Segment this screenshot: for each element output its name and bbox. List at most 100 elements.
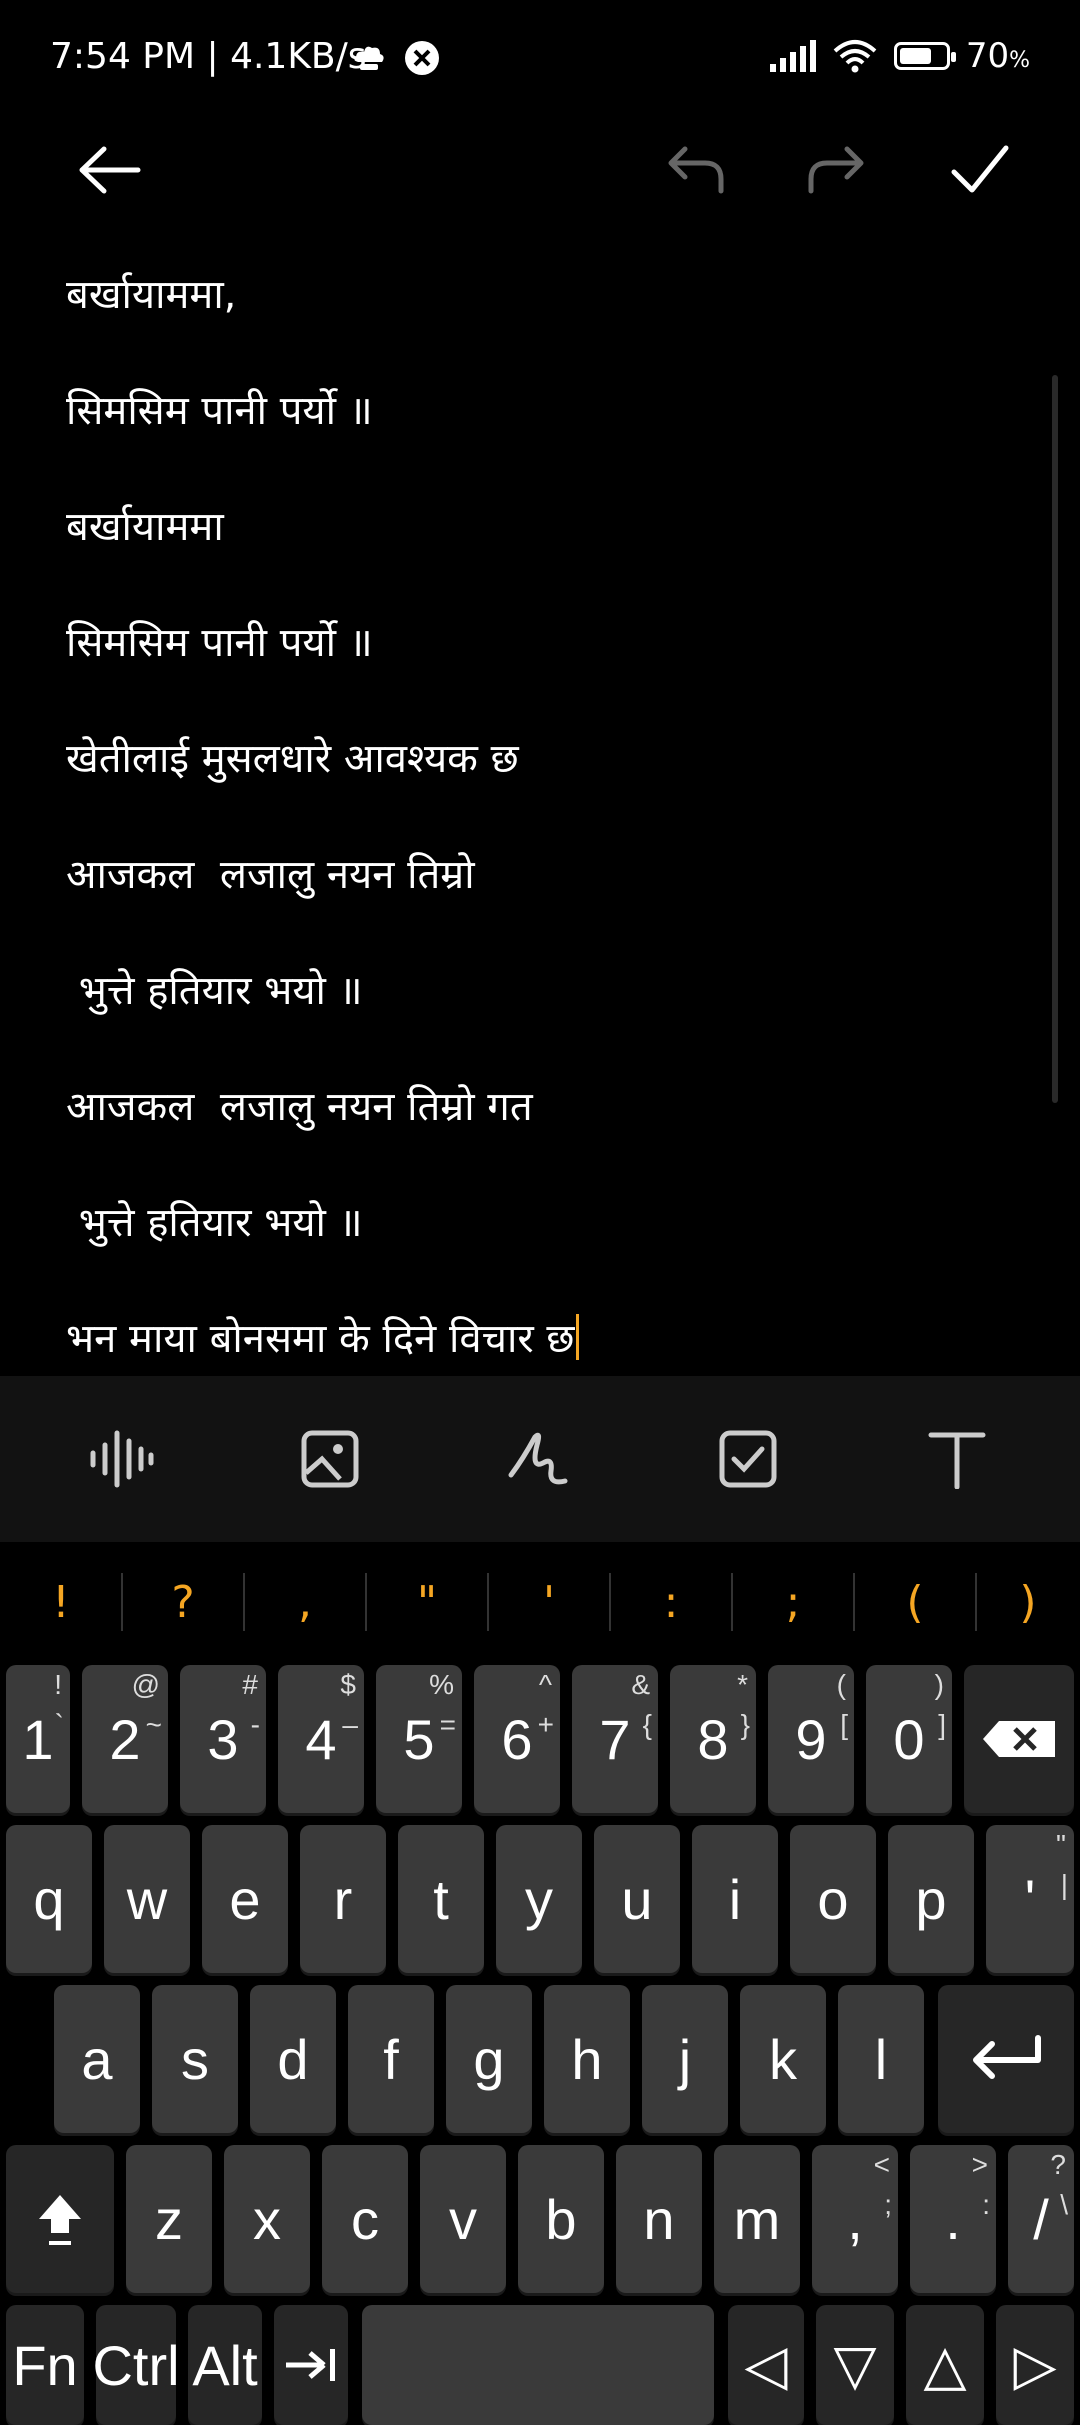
key-2[interactable]: 2 @ ~ [82,1665,168,1813]
key-0[interactable]: 0)] [866,1665,952,1813]
arrow-left-key[interactable]: ◁ [728,2305,804,2425]
key-c[interactable]: c [322,2145,408,2293]
note-line: खेतीलाई मुसलधारे आवश्यक छ [66,736,519,782]
key-comma[interactable]: , <; [812,2145,898,2293]
key-b[interactable]: b [518,2145,604,2293]
ctrl-key[interactable]: Ctrl [92,2305,180,2425]
key-8[interactable]: 8 *} [670,1665,756,1813]
audio-button[interactable] [76,1414,166,1504]
signal-icon [769,40,816,72]
status-time: 7:54 PM | 4.1KB/s [50,36,367,77]
note-body[interactable]: बर्खायाममा, सिमसिम पानी पर्यो ॥ बर्खायाम… [66,270,1026,1430]
key-a[interactable]: a [54,1985,140,2133]
key-e[interactable]: e [202,1825,288,1973]
format-bar [0,1376,1080,1542]
text-format-icon [928,1432,986,1489]
arrow-up-key[interactable]: △ [906,2305,984,2425]
audio-icon [90,1430,154,1488]
tab-key[interactable] [274,2305,348,2425]
key-w[interactable]: w [104,1825,190,1973]
note-line: बर्खायाममा, [66,272,237,318]
fn-key[interactable]: Fn [6,2305,84,2425]
space-key[interactable] [362,2305,714,2425]
editor-toolbar [0,120,1080,220]
key-j[interactable]: j [642,1985,728,2133]
symbol-key[interactable]: " [366,1543,488,1661]
handwriting-icon [508,1432,568,1485]
enter-key[interactable] [938,1985,1074,2133]
backspace-key[interactable] [964,1665,1074,1813]
undo-icon [668,146,724,194]
key-d[interactable]: d [250,1985,336,2133]
key-z[interactable]: z [126,2145,212,2293]
checklist-button[interactable] [703,1414,793,1504]
key-apostrophe[interactable]: ' " | [986,1825,1074,1973]
chef-hat-icon [354,46,384,70]
symbol-key[interactable]: ? [122,1543,244,1661]
note-line: बर्खायाममा [66,504,224,550]
key-3[interactable]: 3 # - [180,1665,266,1813]
key-f[interactable]: f [348,1985,434,2133]
key-p[interactable]: p [888,1825,974,1973]
shift-key[interactable] [6,2145,114,2293]
handwriting-button[interactable] [494,1414,584,1504]
redo-button[interactable] [797,130,877,210]
key-k[interactable]: k [740,1985,826,2133]
text-format-button[interactable] [912,1414,1002,1504]
battery-icon [893,42,956,70]
key-l[interactable]: l [838,1985,924,2133]
back-button[interactable] [70,130,150,210]
note-line: आजकल लजालु नयन तिम्रो गत [66,1084,533,1130]
status-notification-icons [350,40,440,76]
key-r[interactable]: r [300,1825,386,1973]
checklist-icon [719,1430,777,1488]
symbol-key[interactable]: ) [976,1543,1080,1661]
key-x[interactable]: x [224,2145,310,2293]
key-g[interactable]: g [446,1985,532,2133]
key-o[interactable]: o [790,1825,876,1973]
key-9[interactable]: 9([ [768,1665,854,1813]
symbol-row: ! ? , " ' : ; ( ) [0,1543,1080,1661]
symbol-key[interactable]: ( [854,1543,976,1661]
symbol-key[interactable]: ! [0,1543,122,1661]
key-i[interactable]: i [692,1825,778,1973]
image-icon [301,1430,359,1488]
alt-key[interactable]: Alt [188,2305,262,2425]
arrow-down-key[interactable]: ▽ [816,2305,894,2425]
shift-icon [39,2195,81,2245]
key-y[interactable]: y [496,1825,582,1973]
symbol-key[interactable]: ' [488,1543,610,1661]
undo-button[interactable] [655,130,735,210]
note-line: सिमसिम पानी पर्यो ॥ [66,388,373,434]
key-n[interactable]: n [616,2145,702,2293]
key-6[interactable]: 6 ^ + [474,1665,560,1813]
back-arrow-icon [79,146,141,194]
key-slash[interactable]: /? \ [1008,2145,1074,2293]
key-h[interactable]: h [544,1985,630,2133]
key-7[interactable]: 7 &{ [572,1665,658,1813]
symbol-key[interactable]: ; [732,1543,854,1661]
key-m[interactable]: m [714,2145,800,2293]
key-v[interactable]: v [420,2145,506,2293]
wifi-icon [833,40,877,73]
key-s[interactable]: s [152,1985,238,2133]
symbol-key[interactable]: : [610,1543,732,1661]
image-button[interactable] [285,1414,375,1504]
key-q[interactable]: q [6,1825,92,1973]
key-t[interactable]: t [398,1825,484,1973]
save-button[interactable] [940,130,1020,210]
key-4[interactable]: 4 $ – [278,1665,364,1813]
key-5[interactable]: 5% = [376,1665,462,1813]
key-period[interactable]: . >: [910,2145,996,2293]
key-u[interactable]: u [594,1825,680,1973]
note-line-current: भन माया बोनसमा के दिने विचार छ [66,1314,1026,1364]
key-1[interactable]: 1! ` [6,1665,70,1813]
text-cursor [576,1314,580,1360]
note-line: आजकल लजालु नयन तिम्रो [66,852,475,898]
app-x-icon [405,41,439,75]
arrow-right-key[interactable]: ▷ [996,2305,1074,2425]
note-line: भुत्ते हतियार भयो ॥ [66,968,363,1014]
note-scrollbar[interactable] [1052,375,1058,1103]
symbol-key[interactable]: , [244,1543,366,1661]
battery-percent: 70% [965,36,1030,76]
